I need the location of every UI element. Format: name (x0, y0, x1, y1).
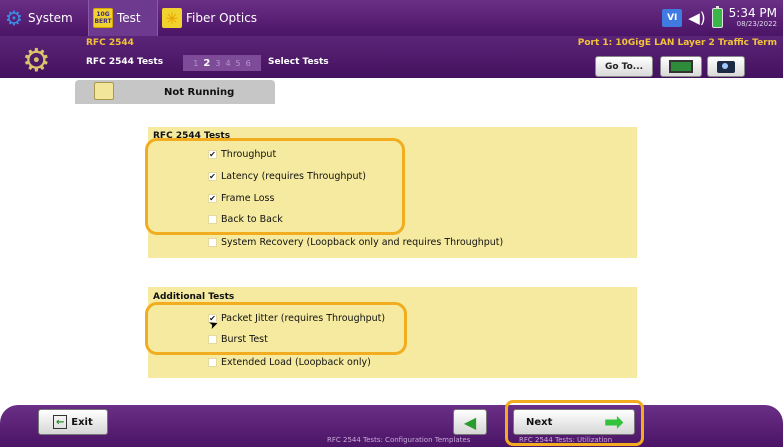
tab-fiber-optics[interactable]: ✳ Fiber Optics (158, 0, 270, 36)
tab-system-label: System (28, 11, 73, 25)
exit-icon: ← (53, 415, 68, 429)
lan-icon (669, 60, 693, 73)
back-arrow-icon: ◀ (463, 412, 477, 432)
page-title: RFC 2544 (86, 38, 134, 48)
screenshot-button[interactable] (707, 56, 745, 77)
checkbox-extended-load[interactable] (208, 358, 217, 367)
bert-icon: 10G BERT (93, 8, 113, 28)
speaker-icon[interactable]: ◀) (688, 9, 705, 27)
step-5: 5 (235, 58, 241, 68)
status-swatch[interactable] (94, 82, 114, 100)
step-1: 1 (193, 58, 199, 68)
step-indicator: 1 2 3 4 5 6 (183, 55, 261, 71)
select-tests-label: Select Tests (268, 57, 329, 67)
exit-label: Exit (71, 416, 93, 428)
lan-status-button[interactable] (660, 56, 702, 77)
goto-button[interactable]: Go To... (595, 56, 653, 77)
back-caption: RFC 2544 Tests: Configuration Templates (327, 436, 471, 444)
checkbox-system-recovery[interactable] (208, 238, 217, 247)
screen: ⚙ System 10G BERT Test ✳ Fiber Optics VI… (0, 0, 783, 447)
gear-icon: ⚙ (5, 6, 23, 30)
settings-gear-icon[interactable]: ⚙ (22, 44, 51, 76)
option-system-recovery-label: System Recovery (Loopback only and requi… (221, 237, 504, 248)
additional-tests-title: Additional Tests (153, 292, 235, 302)
test-header: ⚙ RFC 2544 Port 1: 10GigE LAN Layer 2 Tr… (0, 36, 783, 78)
status-area: VI ◀) 5:34 PM 08/23/2022 (662, 0, 783, 36)
step-4: 4 (225, 58, 231, 68)
step-3: 3 (215, 58, 221, 68)
status-row (0, 78, 783, 105)
back-button[interactable]: ◀ (453, 409, 487, 435)
tab-fiber-optics-label: Fiber Optics (186, 11, 258, 25)
next-caption: RFC 2544 Tests: Utilization (519, 436, 613, 444)
exit-button[interactable]: ← Exit (38, 409, 108, 435)
top-bar: ⚙ System 10G BERT Test ✳ Fiber Optics VI… (0, 0, 783, 36)
vi-icon[interactable]: VI (662, 9, 683, 27)
option-system-recovery[interactable]: System Recovery (Loopback only and requi… (208, 237, 503, 248)
annotation-highlight-rfc (145, 138, 405, 235)
tab-system[interactable]: ⚙ System (0, 0, 88, 36)
step-2: 2 (203, 57, 211, 69)
annotation-highlight-additional (145, 302, 407, 355)
tab-test[interactable]: 10G BERT Test (88, 0, 158, 36)
subtitle: RFC 2544 Tests (86, 57, 164, 67)
option-extended-load-label: Extended Load (Loopback only) (221, 357, 371, 368)
clock-date: 08/23/2022 (736, 20, 777, 28)
run-status: Not Running (164, 87, 235, 98)
tab-test-label: Test (117, 11, 141, 25)
option-extended-load[interactable]: Extended Load (Loopback only) (208, 357, 371, 368)
clock: 5:34 PM 08/23/2022 (729, 7, 777, 29)
clock-time: 5:34 PM (728, 6, 777, 20)
port-label: Port 1: 10GigE LAN Layer 2 Traffic Term (577, 38, 777, 48)
camera-icon (717, 60, 735, 73)
battery-icon (711, 6, 723, 28)
step-6: 6 (245, 58, 251, 68)
fiber-icon: ✳ (162, 8, 182, 28)
